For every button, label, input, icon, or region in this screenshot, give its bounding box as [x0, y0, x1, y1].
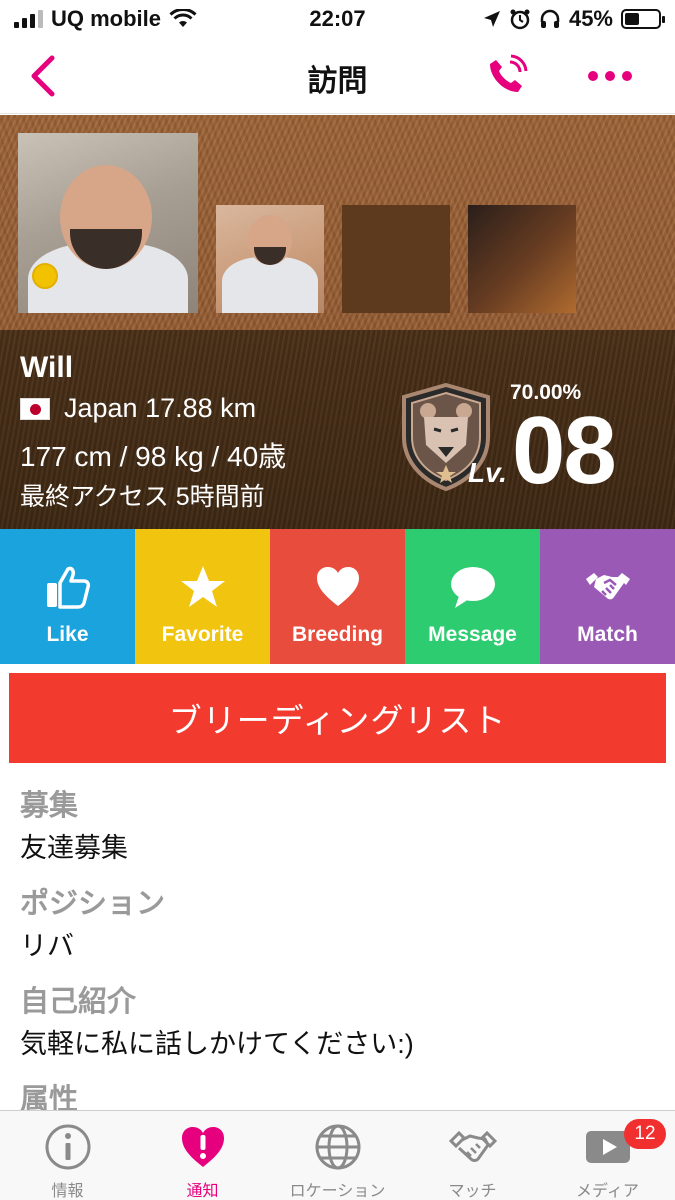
page-title: 訪問 — [307, 65, 368, 98]
handshake-icon — [585, 573, 630, 600]
info-icon — [45, 1124, 90, 1170]
detail-label-intro: 自己紹介 — [20, 986, 137, 1018]
profile-location-text: Japan 17.88 km — [64, 393, 257, 423]
battery-icon — [621, 9, 665, 29]
alarm-icon — [510, 9, 530, 30]
heart-icon — [316, 567, 359, 606]
headphones-icon — [540, 9, 560, 28]
profile-photo-2[interactable] — [216, 205, 324, 313]
detail-label-position: ポジション — [20, 888, 166, 920]
profile-details: 募集 友達募集 ポジション リバ 自己紹介 気軽に私に話しかけてください:) 属… — [20, 782, 660, 1116]
tab-match-label: マッチ — [448, 1183, 497, 1200]
breeding-label: Breeding — [291, 623, 383, 646]
more-dots-icon[interactable] — [588, 62, 642, 90]
tab-info-label: 情報 — [51, 1183, 84, 1200]
chat-bubble-icon — [450, 567, 495, 608]
status-bar: UQ mobile 22:07 45% — [0, 0, 675, 38]
like-button[interactable]: Like — [0, 529, 135, 664]
action-bar: Like Favorite Breeding Message Match — [0, 529, 675, 664]
profile-name: Will — [20, 351, 74, 384]
thumbs-up-icon — [46, 566, 90, 609]
nav-bar: 訪問 — [0, 38, 675, 114]
profile-header: 2 Will Japan 17.88 km 177 cm / 98 kg / 4… — [0, 115, 675, 529]
tab-notifications[interactable]: 通知 — [135, 1111, 270, 1200]
alert-heart-icon — [181, 1127, 224, 1167]
phone-icon[interactable] — [484, 54, 530, 98]
level-label: Lv. — [468, 457, 507, 488]
detail-value-position: リバ — [20, 931, 74, 961]
tab-info[interactable]: 情報 — [0, 1111, 135, 1200]
match-button[interactable]: Match — [540, 529, 675, 664]
favorite-label: Favorite — [161, 623, 244, 646]
location-arrow-icon — [483, 11, 500, 27]
profile-location: Japan 17.88 km — [20, 393, 256, 424]
detail-label-recruit: 募集 — [20, 790, 79, 822]
profile-body-stats: 177 cm / 98 kg / 40歳 — [20, 441, 287, 472]
globe-icon — [315, 1124, 360, 1170]
profile-photo-3[interactable] — [342, 205, 450, 313]
status-right: 45% — [483, 6, 665, 32]
star-icon — [180, 566, 225, 607]
detail-value-intro: 気軽に私に話しかけてください:) — [20, 1029, 414, 1059]
match-label: Match — [577, 623, 638, 646]
tab-location-label: ロケーション — [289, 1183, 386, 1200]
japan-flag-icon — [20, 397, 50, 420]
media-count-badge: 12 — [624, 1119, 666, 1149]
tab-match[interactable]: マッチ — [405, 1111, 540, 1200]
profile-last-access: 最終アクセス 5時間前 — [20, 483, 265, 511]
battery-percent: 45% — [568, 6, 613, 31]
detail-value-recruit: 友達募集 — [20, 833, 128, 863]
tab-media-label: メディア — [576, 1183, 639, 1200]
breeding-button[interactable]: Breeding — [270, 529, 405, 664]
favorite-button[interactable]: Favorite — [135, 529, 270, 664]
handshake-icon — [448, 1130, 497, 1162]
tab-notifications-label: 通知 — [186, 1183, 219, 1200]
profile-photo-locked[interactable] — [468, 205, 576, 313]
breeding-list-button[interactable]: ブリーディングリスト — [9, 673, 666, 763]
level-number: 08 — [512, 397, 617, 504]
message-label: Message — [428, 623, 517, 646]
tab-bar: 情報 通知 ロケーション マッチ メディア 12 — [0, 1110, 675, 1200]
online-status-dot — [32, 263, 58, 289]
like-label: Like — [46, 623, 89, 646]
tab-media[interactable]: メディア 12 — [540, 1111, 675, 1200]
tab-location[interactable]: ロケーション — [270, 1111, 405, 1200]
message-button[interactable]: Message — [405, 529, 540, 664]
